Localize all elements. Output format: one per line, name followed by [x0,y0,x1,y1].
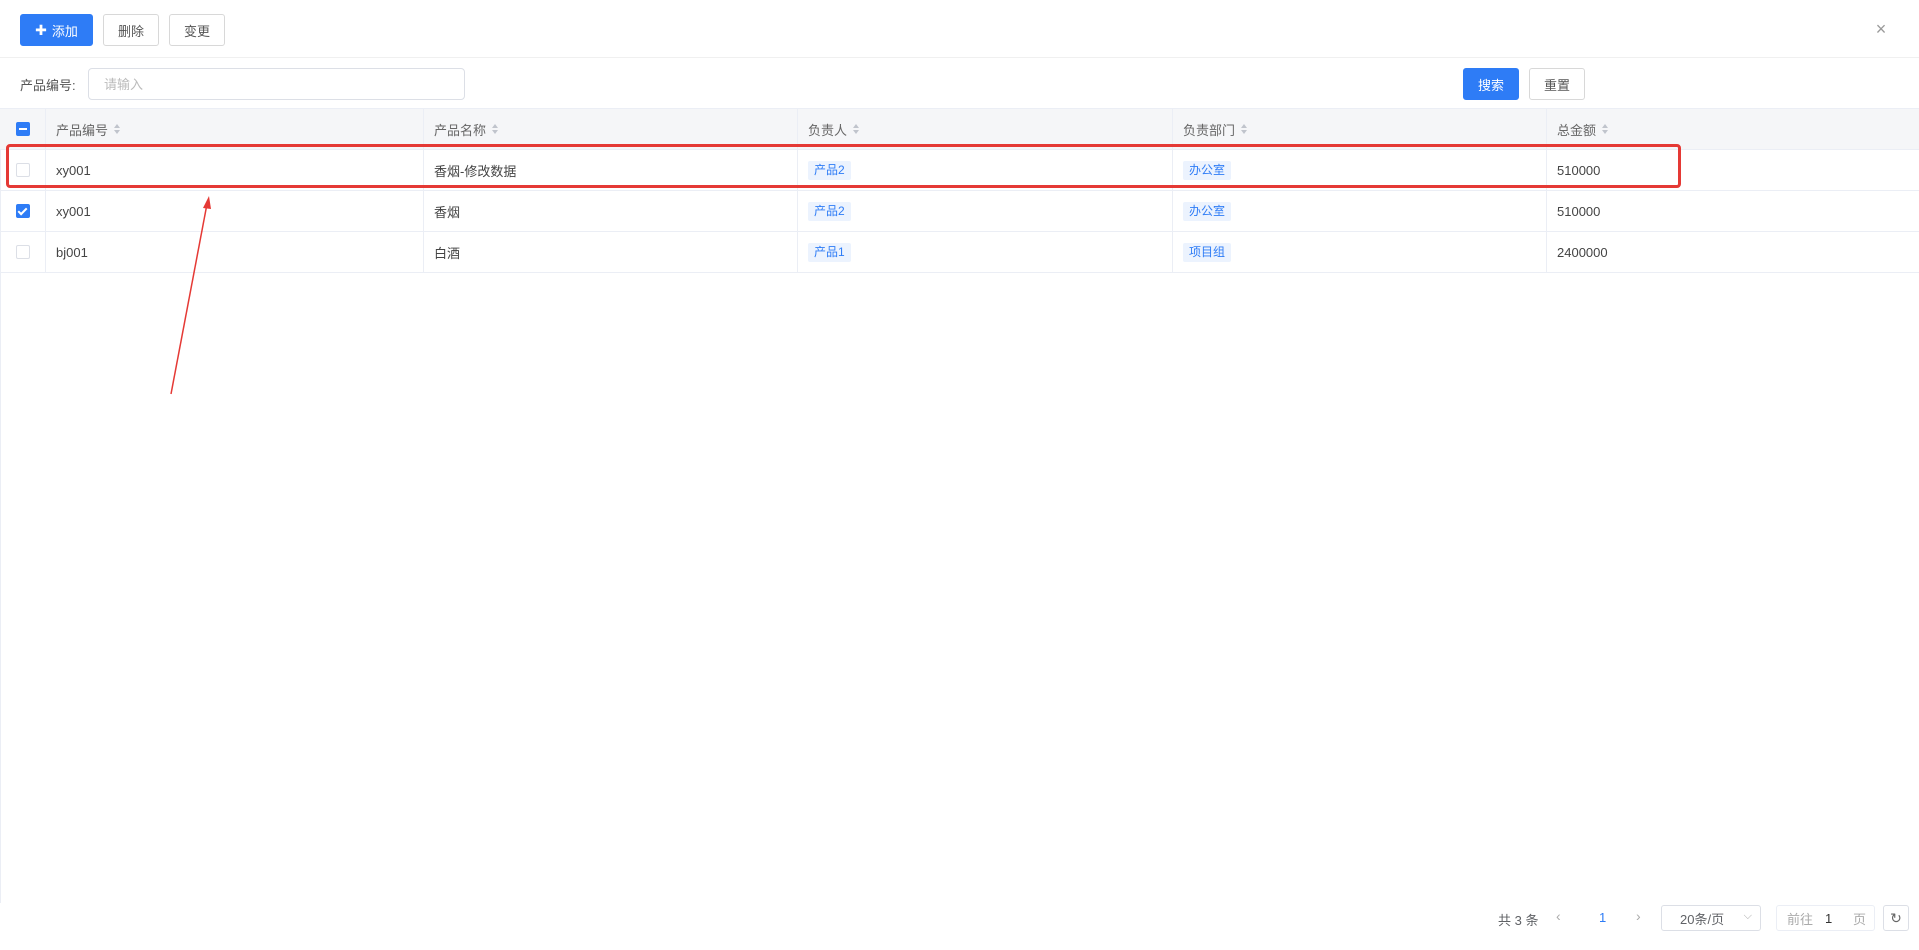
dept-tag: 办公室 [1183,160,1232,180]
product-code-label: 产品编号: [20,78,76,93]
cell-dept: 办公室 [1173,150,1547,190]
sort-icon[interactable] [114,124,121,134]
page-number-current[interactable]: 1 [1599,910,1606,925]
page-size-select[interactable]: 20条/页 ⌵ [1661,905,1761,931]
row-checkbox[interactable] [15,245,30,259]
cell-code: bj001 [46,232,424,272]
next-page-icon[interactable]: › [1636,908,1641,924]
change-button[interactable]: 变更 [169,14,225,46]
column-header-amount[interactable]: 总金额 [1547,109,1919,149]
row-checkbox[interactable] [15,204,30,218]
close-icon[interactable]: × [1871,19,1891,39]
delete-button[interactable]: 删除 [103,14,159,46]
page-jumper: 前往 1 页 [1776,905,1875,931]
column-header-label: 负责人 [808,122,848,138]
jump-suffix: 页 [1853,911,1867,927]
plus-icon: ✚ [35,21,47,38]
column-header-label: 总金额 [1557,122,1597,138]
owner-tag: 产品2 [808,201,851,221]
filter-bar: 产品编号: 搜索 重置 [0,58,1919,108]
row-checkbox-cell [0,191,46,231]
cell-dept: 办公室 [1173,191,1547,231]
reset-button-label: 重置 [1543,77,1570,93]
chevron-down-icon: ⌵ [1743,910,1752,922]
cell-code: xy001 [46,150,424,190]
column-header-label: 产品编号 [56,122,109,138]
refresh-icon[interactable]: ↻ [1883,905,1909,931]
pagination-total: 共 3 条 [1498,913,1539,928]
column-header-dept[interactable]: 负责部门 [1173,109,1547,149]
delete-button-label: 删除 [117,23,144,39]
column-header-label: 负责部门 [1183,122,1236,138]
product-code-input[interactable] [88,68,465,100]
toolbar: ✚ 添加 删除 变更 × [0,0,1919,58]
table-header: 产品编号 产品名称 负责人 负责部门 总金额 [0,108,1919,150]
dept-tag: 项目组 [1183,242,1232,262]
add-button[interactable]: ✚ 添加 [20,14,93,46]
jump-page-input[interactable]: 1 [1825,911,1849,926]
cell-owner: 产品2 [798,150,1173,190]
table-row[interactable]: xy001 香烟-修改数据 产品2 办公室 510000 [0,150,1919,191]
table-row[interactable]: xy001 香烟 产品2 办公室 510000 [0,191,1919,232]
cell-amount: 2400000 [1557,244,1608,260]
sort-icon[interactable] [853,124,860,134]
search-button-label: 搜索 [1477,77,1504,93]
search-button[interactable]: 搜索 [1463,68,1519,100]
column-header-code[interactable]: 产品编号 [46,109,424,149]
jump-prefix: 前往 [1787,911,1814,927]
row-checkbox-cell [0,150,46,190]
reset-button[interactable]: 重置 [1529,68,1585,100]
row-checkbox-cell [0,232,46,272]
owner-tag: 产品2 [808,160,851,180]
cell-code: xy001 [46,191,424,231]
table-row[interactable]: bj001 白酒 产品1 项目组 2400000 [0,232,1919,273]
sort-icon[interactable] [1602,124,1609,134]
cell-name: 香烟 [424,191,798,231]
column-header-owner[interactable]: 负责人 [798,109,1173,149]
cell-dept: 项目组 [1173,232,1547,272]
column-header-label: 产品名称 [434,122,487,138]
sort-icon[interactable] [1241,124,1248,134]
data-table: 产品编号 产品名称 负责人 负责部门 总金额 xy001 香烟-修改数据 产品2… [0,108,1919,273]
header-checkbox-cell [0,109,46,149]
cell-name: 香烟-修改数据 [424,150,798,190]
pagination: 共 3 条 ‹ 1 › 20条/页 ⌵ 前往 1 页 ↻ [0,905,1919,931]
row-checkbox[interactable] [15,163,30,177]
owner-tag: 产品1 [808,242,851,262]
select-all-checkbox[interactable] [15,122,30,136]
page-size-value: 20条/页 [1680,911,1725,927]
cell-owner: 产品2 [798,191,1173,231]
add-button-label: 添加 [51,23,78,39]
cell-amount: 510000 [1557,203,1601,219]
cell-name: 白酒 [424,232,798,272]
cell-amount: 510000 [1557,162,1601,178]
column-header-name[interactable]: 产品名称 [424,109,798,149]
sort-icon[interactable] [492,124,499,134]
prev-page-icon[interactable]: ‹ [1556,908,1561,924]
cell-owner: 产品1 [798,232,1173,272]
change-button-label: 变更 [183,23,210,39]
dept-tag: 办公室 [1183,201,1232,221]
